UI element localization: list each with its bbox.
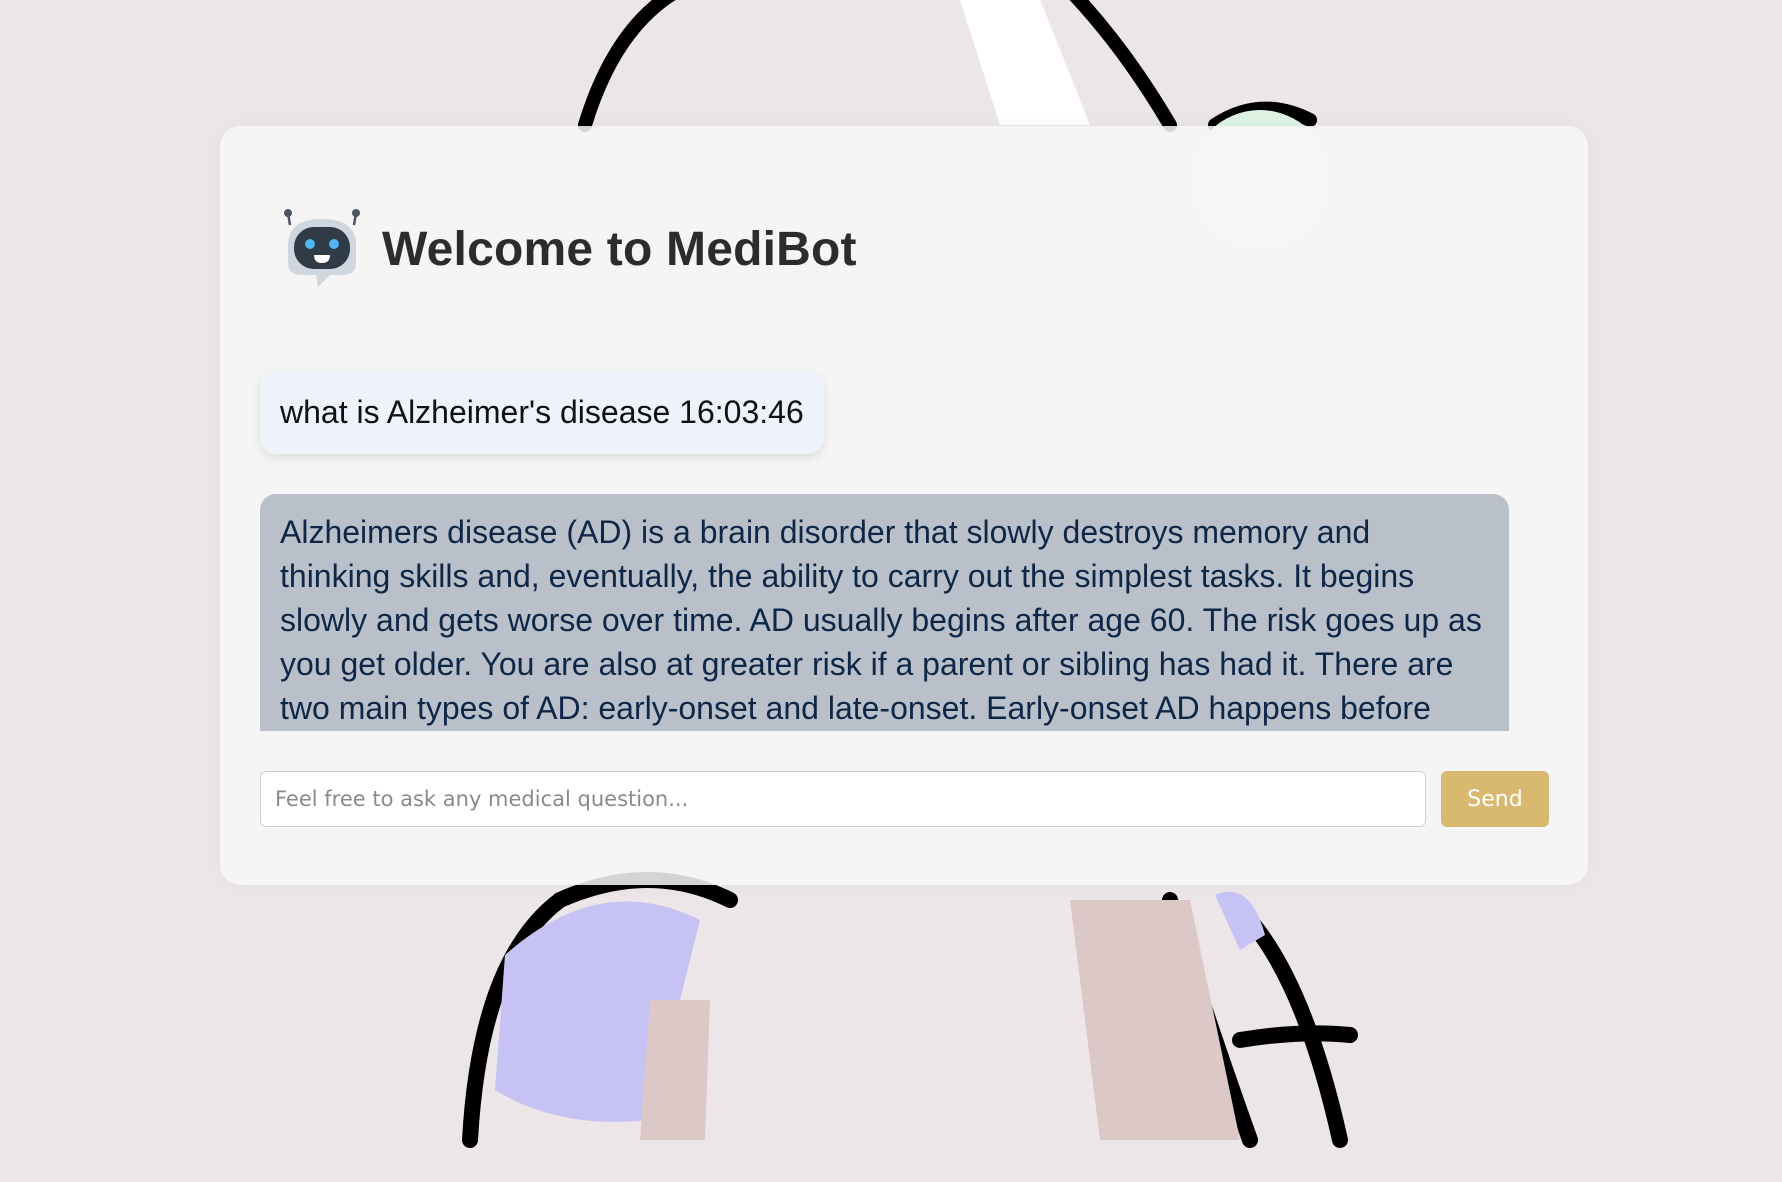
page: Welcome to MediBot what is Alzheimer's d… (0, 0, 1782, 1182)
user-message: what is Alzheimer's disease 16:03:46 (260, 371, 824, 454)
message-input-row: Send (260, 771, 1549, 827)
robot-chat-icon (284, 209, 360, 287)
question-input[interactable] (260, 771, 1426, 827)
chat-header: Welcome to MediBot (280, 206, 857, 292)
send-button[interactable]: Send (1441, 771, 1549, 827)
chat-card: Welcome to MediBot what is Alzheimer's d… (220, 126, 1588, 885)
bot-message: Alzheimers disease (AD) is a brain disor… (260, 494, 1509, 731)
page-title: Welcome to MediBot (382, 222, 857, 276)
